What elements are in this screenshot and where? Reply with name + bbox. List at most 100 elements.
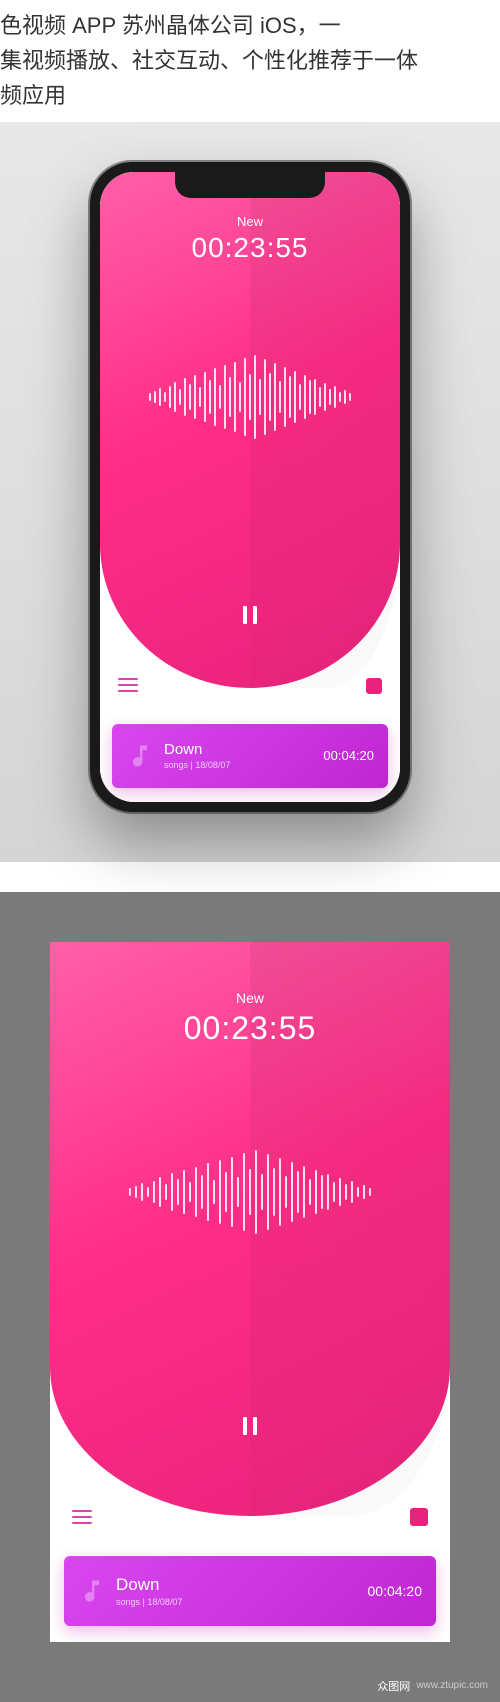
waveform-bar [333,1182,335,1202]
waveform-bar [349,393,351,401]
waveform-bar [339,392,341,402]
waveform-bar [224,365,226,429]
waveform-bar [195,1167,197,1217]
phone-screen: New 00:23:55 Down songs | 18/08/07 00:04… [100,172,400,802]
waveform-bar [225,1172,227,1212]
waveform-bar [363,1185,365,1199]
waveform-bar [147,1187,149,1197]
waveform-bar [199,387,201,407]
recording-timer: 00:23:55 [50,1010,450,1047]
phone-notch [175,172,325,198]
music-note-icon [78,1577,106,1605]
track-meta: songs | 18/08/07 [164,760,323,770]
audio-waveform[interactable] [120,352,380,442]
waveform-bar [154,391,156,403]
track-title: Down [116,1575,368,1595]
watermark-brand: 众图网 [377,1678,410,1694]
waveform-bar [304,375,306,419]
waveform-bar [184,378,186,416]
phone-mockup-section: New 00:23:55 Down songs | 18/08/07 00:04… [0,122,500,862]
waveform-bar [344,390,346,404]
waveform-bar [255,1150,257,1234]
waveform-bar [135,1186,137,1198]
track-title: Down [164,741,323,758]
track-meta: songs | 18/08/07 [116,1597,368,1607]
waveform-bar [129,1188,131,1196]
pause-button[interactable] [235,600,265,630]
track-label: New [50,990,450,1006]
waveform-bar [194,375,196,419]
waveform-bar [309,380,311,414]
watermark-url: www.ztupic.com [416,1680,488,1691]
waveform-bar [179,389,181,405]
audio-waveform[interactable] [80,1142,420,1242]
menu-icon[interactable] [118,678,138,692]
track-info: Down songs | 18/08/07 [164,741,323,770]
waveform-bar [334,386,336,408]
waveform-bar [309,1179,311,1205]
menu-icon[interactable] [72,1510,92,1524]
waveform-bar [239,382,241,412]
waveform-bar [345,1184,347,1200]
music-player-app: New 00:23:55 Down songs | 18/08/07 00:04… [100,172,400,802]
waveform-bar [279,381,281,413]
waveform-bar [219,385,221,409]
waveform-bar [259,379,261,415]
waveform-bar [237,1177,239,1207]
pause-button[interactable] [235,1411,265,1441]
waveform-bar [189,384,191,410]
waveform-bar [231,1157,233,1227]
waveform-bar [169,386,171,408]
waveform-bar [159,388,161,406]
waveform-bar [273,1168,275,1216]
waveform-bar [207,1163,209,1221]
waveform-bar [214,368,216,426]
stop-button[interactable] [410,1508,428,1526]
waveform-bar [244,358,246,436]
waveform-bar [319,387,321,407]
article-title: 色视频 APP 苏州晶体公司 iOS，一 集视频播放、社交互动、个性化推荐于一体… [0,0,500,122]
waveform-bar [321,1175,323,1209]
waveform-bar [219,1160,221,1224]
waveform-bar [274,363,276,431]
flat-app-screen: New 00:23:55 Down songs | 18/08/07 00:04… [50,942,450,1642]
track-duration: 00:04:20 [323,748,374,763]
waveform-bar [261,1174,263,1210]
waveform-bar [209,380,211,414]
waveform-bar [204,372,206,422]
waveform-bar [294,371,296,423]
waveform-bar [153,1181,155,1203]
waveform-bar [339,1178,341,1206]
flat-preview-section: New 00:23:55 Down songs | 18/08/07 00:04… [0,892,500,1702]
music-note-icon [126,742,154,770]
recording-timer: 00:23:55 [100,232,400,264]
waveform-bar [303,1166,305,1218]
waveform-bar [314,379,316,415]
waveform-bar [264,359,266,435]
waveform-bar [183,1170,185,1214]
waveform-bar [324,383,326,411]
waveform-bar [177,1179,179,1205]
waveform-bar [234,362,236,432]
waveform-bar [165,1184,167,1200]
track-label: New [100,214,400,229]
waveform-bar [243,1153,245,1231]
waveform-bar [201,1175,203,1209]
watermark: 众图网 www.ztupic.com [377,1678,488,1694]
waveform-bar [159,1177,161,1207]
waveform-bar [174,382,176,412]
waveform-bar [291,1162,293,1222]
waveform-bar [279,1158,281,1226]
track-info: Down songs | 18/08/07 [116,1575,368,1607]
now-playing-bar[interactable]: Down songs | 18/08/07 00:04:20 [64,1556,436,1626]
now-playing-bar[interactable]: Down songs | 18/08/07 00:04:20 [112,724,388,788]
stop-button[interactable] [366,678,382,694]
waveform-bar [285,1176,287,1208]
waveform-bar [297,1171,299,1213]
waveform-bar [369,1188,371,1196]
waveform-bar [289,376,291,418]
waveform-bar [189,1182,191,1202]
waveform-bar [327,1174,329,1210]
waveform-bar [171,1173,173,1211]
waveform-bar [213,1180,215,1204]
